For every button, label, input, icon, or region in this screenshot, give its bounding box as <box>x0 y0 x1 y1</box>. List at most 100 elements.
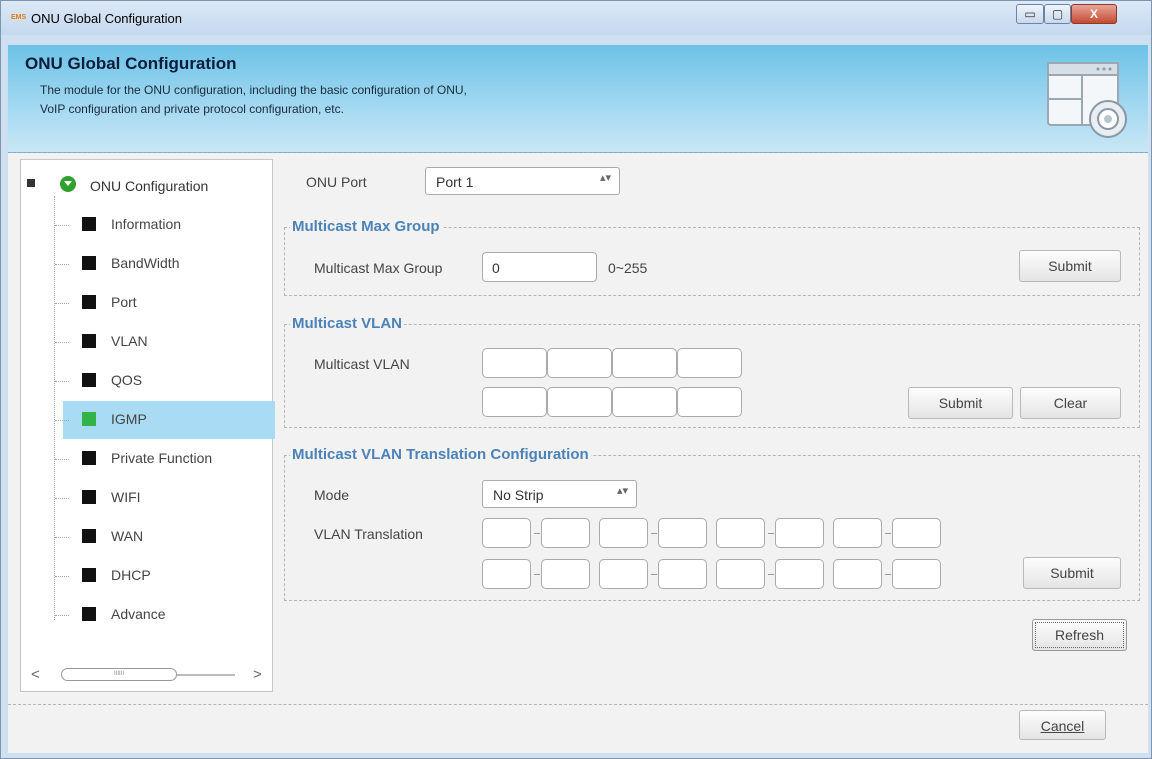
tree-item-label: DHCP <box>111 567 151 583</box>
tree-item-dhcp[interactable]: DHCP <box>55 557 275 595</box>
tree-item-label: Advance <box>111 606 166 622</box>
translation-original-vlan-field[interactable] <box>482 559 531 589</box>
tree-item-bandwidth[interactable]: BandWidth <box>55 245 275 283</box>
translation-original-vlan-field[interactable] <box>833 518 882 548</box>
banner-title: ONU Global Configuration <box>25 54 237 73</box>
tree-branch-line <box>55 420 69 421</box>
translation-submit-button[interactable]: Submit <box>1023 557 1121 589</box>
tree-item-igmp[interactable]: IGMP <box>55 401 275 439</box>
node-square-icon <box>82 334 96 348</box>
vlan-translation-section: Multicast VLAN Translation Configuration… <box>284 446 1140 601</box>
separator-dash <box>768 533 774 534</box>
section-title: Multicast VLAN Translation Configuration <box>290 446 591 463</box>
tree-item-label: Port <box>111 294 137 310</box>
max-group-label: Multicast Max Group <box>314 260 443 276</box>
collapse-toggle-icon[interactable] <box>27 179 35 187</box>
translation-original-vlan-field[interactable] <box>482 518 531 548</box>
minimize-button[interactable]: ▭ <box>1016 4 1044 24</box>
onu-port-label: ONU Port <box>306 174 367 190</box>
vlan-field[interactable] <box>612 348 677 378</box>
tree-item-qos[interactable]: QOS <box>55 362 275 400</box>
tree-item-label: VLAN <box>111 333 148 349</box>
cancel-button[interactable]: Cancel <box>1019 710 1106 740</box>
tree-item-information[interactable]: Information <box>55 206 275 244</box>
translation-new-vlan-field[interactable] <box>775 559 824 589</box>
tree-item-label: QOS <box>111 372 143 388</box>
tree-item-wifi[interactable]: WIFI <box>55 479 275 517</box>
scroll-track[interactable] <box>177 674 235 676</box>
tree-branch-line <box>55 381 69 382</box>
vlan-field[interactable] <box>677 348 742 378</box>
tree-branch-line <box>55 615 69 616</box>
translation-original-vlan-field[interactable] <box>716 518 765 548</box>
separator-dash <box>651 574 657 575</box>
tree-root-label: ONU Configuration <box>90 178 209 194</box>
translation-new-vlan-field[interactable] <box>541 559 590 589</box>
multicast-vlan-section: Multicast VLAN Multicast VLAN Submit Cle… <box>284 315 1140 428</box>
tree-branch-line <box>55 342 69 343</box>
multicast-vlan-clear-button[interactable]: Clear <box>1020 387 1121 419</box>
translation-new-vlan-field[interactable] <box>775 518 824 548</box>
node-square-icon <box>82 373 96 387</box>
section-title: Multicast VLAN <box>290 315 405 332</box>
tree-item-label: BandWidth <box>111 255 180 271</box>
tree-item-vlan[interactable]: VLAN <box>55 323 275 361</box>
igmp-config-panel: ONU Port Port 1 ▴▾ Multicast Max Group M… <box>284 153 1146 693</box>
vlan-field[interactable] <box>547 387 612 417</box>
translation-new-vlan-field[interactable] <box>892 559 941 589</box>
translation-original-vlan-field[interactable] <box>716 559 765 589</box>
translation-new-vlan-field[interactable] <box>658 518 707 548</box>
tree-item-advance[interactable]: Advance <box>55 596 275 634</box>
content-area: ONU Configuration Information BandWidth … <box>8 153 1148 753</box>
close-button[interactable]: X <box>1071 4 1117 24</box>
scroll-right-icon[interactable]: > <box>253 666 262 683</box>
node-square-icon <box>82 295 96 309</box>
translation-original-vlan-field[interactable] <box>599 559 648 589</box>
node-square-icon <box>82 412 96 426</box>
tree-item-port[interactable]: Port <box>55 284 275 322</box>
expand-arrow-icon <box>60 176 76 192</box>
window-title: ONU Global Configuration <box>31 11 183 26</box>
node-square-icon <box>82 529 96 543</box>
scroll-thumb[interactable]: IIIIII <box>61 668 177 681</box>
header-banner: ONU Global Configuration The module for … <box>8 45 1148 153</box>
tree-item-label: Private Function <box>111 450 213 466</box>
translation-new-vlan-field[interactable] <box>658 559 707 589</box>
translation-original-vlan-field[interactable] <box>599 518 648 548</box>
footer-divider <box>8 704 1148 705</box>
translation-new-vlan-field[interactable] <box>541 518 590 548</box>
vlan-field[interactable] <box>482 348 547 378</box>
translation-original-vlan-field[interactable] <box>833 559 882 589</box>
banner-description-line-1: The module for the ONU configuration, in… <box>40 83 467 97</box>
vlan-field[interactable] <box>482 387 547 417</box>
separator-dash <box>534 574 540 575</box>
vlan-translation-label: VLAN Translation <box>314 526 423 542</box>
translation-new-vlan-field[interactable] <box>892 518 941 548</box>
navigation-tree: ONU Configuration Information BandWidth … <box>20 159 275 692</box>
section-title: Multicast Max Group <box>290 218 442 235</box>
vlan-field[interactable] <box>612 387 677 417</box>
mode-select[interactable]: No Strip ▴▾ <box>482 480 637 508</box>
refresh-button[interactable]: Refresh <box>1032 619 1127 651</box>
max-group-submit-button[interactable]: Submit <box>1019 250 1121 282</box>
onu-port-select[interactable]: Port 1 ▴▾ <box>425 167 620 195</box>
maximize-button[interactable]: ▢ <box>1044 4 1071 24</box>
multicast-max-group-section: Multicast Max Group Multicast Max Group … <box>284 218 1140 296</box>
onu-port-value: Port 1 <box>436 174 474 190</box>
node-square-icon <box>82 490 96 504</box>
max-group-input[interactable]: 0 <box>482 252 597 282</box>
tree-branch-line <box>55 225 69 226</box>
tree-branch-line <box>55 498 69 499</box>
scroll-left-icon[interactable]: < <box>31 666 40 683</box>
tree-item-label: IGMP <box>111 411 147 427</box>
app-icon: EMS <box>11 14 27 21</box>
separator-dash <box>651 533 657 534</box>
tree-item-private-function[interactable]: Private Function <box>55 440 275 478</box>
horizontal-scrollbar[interactable]: < IIIIII > <box>25 662 269 688</box>
multicast-vlan-submit-button[interactable]: Submit <box>908 387 1013 419</box>
tree-item-wan[interactable]: WAN <box>55 518 275 556</box>
node-square-icon <box>82 217 96 231</box>
title-bar[interactable]: EMS ONU Global Configuration ▭ ▢ X <box>1 1 1151 35</box>
vlan-field[interactable] <box>677 387 742 417</box>
vlan-field[interactable] <box>547 348 612 378</box>
